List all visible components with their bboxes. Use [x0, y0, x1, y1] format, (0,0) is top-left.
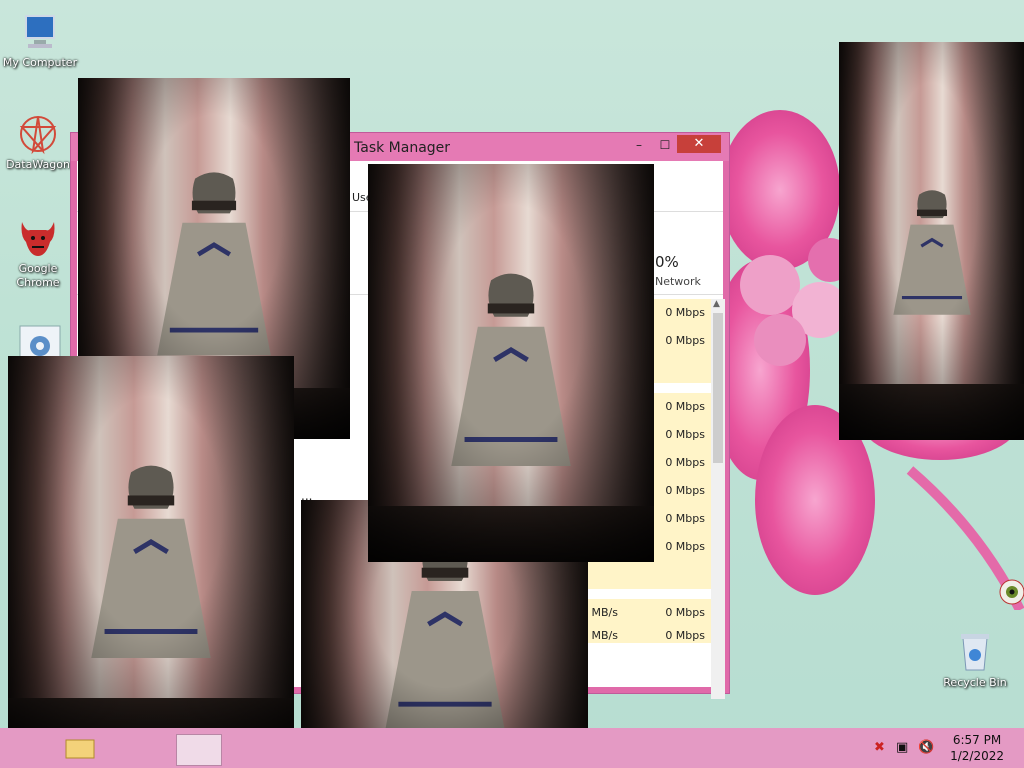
flag-icon[interactable]: ✖	[874, 740, 885, 755]
taskbar: ✖ ▣ 🔇 6:57 PM 1/2/2022	[0, 728, 1024, 768]
network-value: 0 Mbps	[665, 400, 705, 413]
clock[interactable]: 6:57 PM 1/2/2022	[950, 732, 1004, 764]
maximize-button[interactable]: ☐	[653, 136, 677, 154]
window-title: Task Manager	[354, 140, 451, 156]
network-icon[interactable]: ▣	[896, 740, 908, 755]
volume-muted-icon[interactable]: 🔇	[918, 740, 934, 755]
photo-vignette	[839, 42, 1024, 440]
google-chrome-icon[interactable]: Google Chrome	[0, 216, 76, 290]
my-computer-icon[interactable]: My Computer	[2, 10, 78, 70]
system-tray: ✖ ▣ 🔇 6:57 PM 1/2/2022	[874, 728, 1024, 768]
my-computer-label: My Computer	[2, 56, 78, 69]
scroll-up-icon[interactable]: ▲	[713, 299, 720, 309]
minimize-button[interactable]: –	[627, 136, 651, 154]
doll-photo[interactable]	[368, 164, 654, 562]
recycle-bin-icon[interactable]: Recycle Bin	[937, 630, 1013, 690]
close-button[interactable]: ✕	[677, 135, 721, 153]
eyeball-icon[interactable]	[998, 578, 1024, 606]
table-row[interactable]: 0 MB/s 0 Mbps	[581, 627, 711, 643]
scrollbar-thumb[interactable]	[713, 313, 723, 463]
demon-icon	[16, 216, 60, 260]
explorer-taskbar-button[interactable]	[60, 734, 104, 764]
table-row[interactable]	[585, 561, 711, 589]
network-value: 0 Mbps	[665, 484, 705, 497]
photo-vignette	[8, 356, 294, 754]
datawagon-icon[interactable]: DataWagon	[0, 112, 76, 172]
network-value: 0 Mbps	[665, 456, 705, 469]
network-value: 0 Mbps	[665, 306, 705, 319]
clock-time: 6:57 PM	[952, 733, 1002, 747]
photo-vignette	[368, 164, 654, 562]
network-value: 0 Mbps	[665, 629, 705, 642]
table-row[interactable]: 0 MB/s 0 Mbps	[581, 599, 711, 627]
recycle-bin-label: Recycle Bin	[943, 676, 1007, 689]
network-percent: 0%	[655, 253, 679, 271]
google-chrome-label: Google Chrome	[16, 262, 60, 289]
doll-photo[interactable]	[839, 42, 1024, 440]
network-column-header[interactable]: Network	[655, 275, 701, 288]
network-value: 0 Mbps	[665, 334, 705, 347]
scrollbar[interactable]: ▲	[711, 299, 725, 699]
trash-icon	[953, 630, 997, 674]
star-icon	[16, 112, 60, 156]
network-value: 0 Mbps	[665, 428, 705, 441]
network-value: 0 Mbps	[665, 512, 705, 525]
network-value: 0 Mbps	[665, 540, 705, 553]
datawagon-label: DataWagon	[6, 158, 70, 171]
doll-photo[interactable]	[8, 356, 294, 754]
app-taskbar-button[interactable]	[176, 734, 222, 766]
network-value: 0 Mbps	[665, 606, 705, 619]
clock-date: 1/2/2022	[950, 749, 1004, 763]
computer-icon	[18, 10, 62, 54]
